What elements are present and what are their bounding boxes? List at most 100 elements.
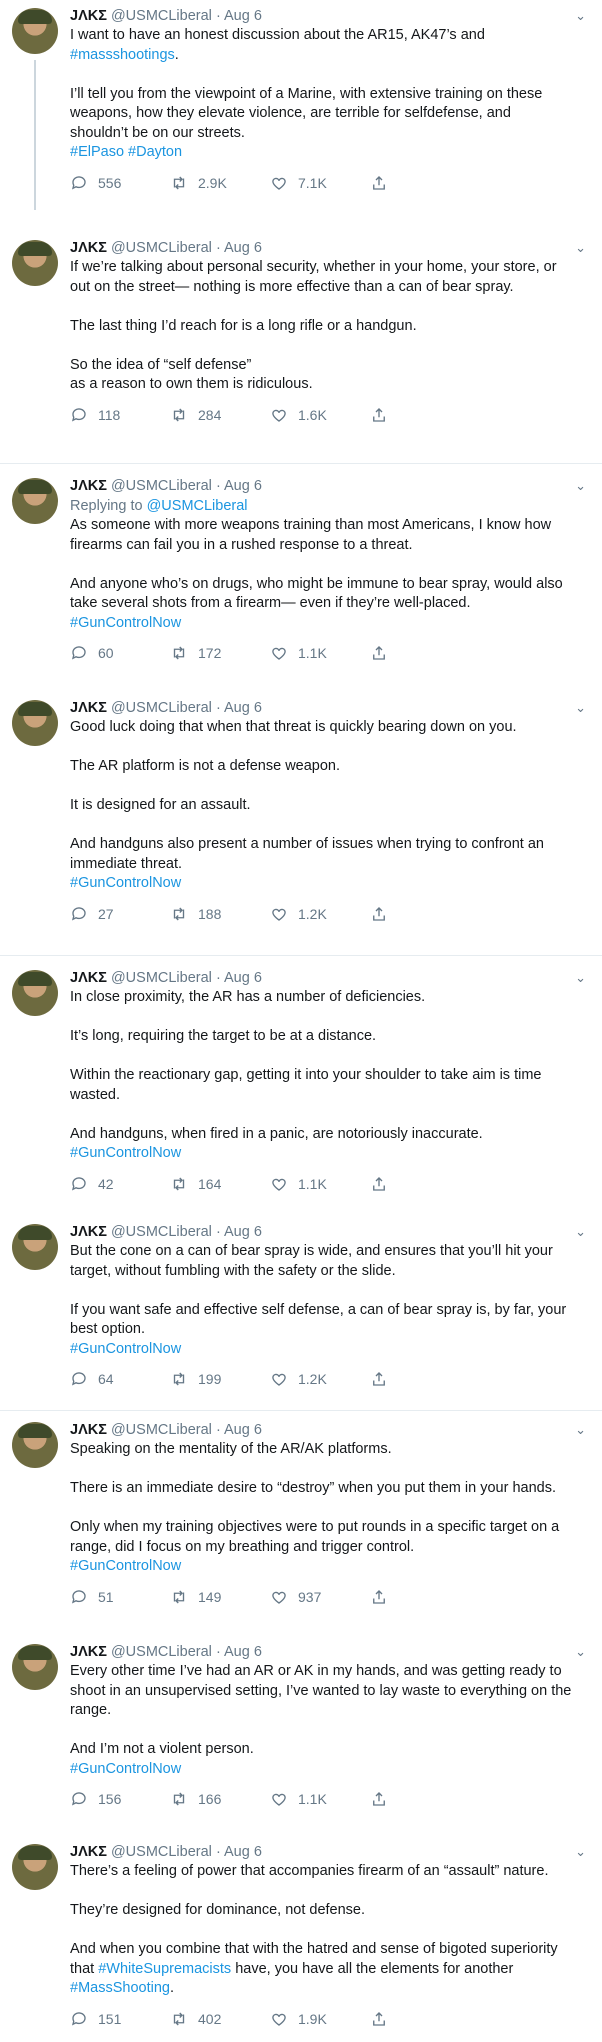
tweet-date[interactable]: · Aug 6 [216,970,262,986]
user-handle[interactable]: @USMCLiberal [111,478,212,494]
hashtag-link[interactable]: #GunControlNow [70,1761,181,1777]
retweet-button[interactable]: 402 [170,2010,270,2028]
tweet-date[interactable]: · Aug 6 [216,8,262,24]
reply-button[interactable]: 64 [70,1370,170,1388]
avatar[interactable] [12,1224,58,1270]
share-button[interactable] [370,644,398,662]
avatar[interactable] [12,1644,58,1690]
hashtag-link[interactable]: #GunControlNow [70,1145,181,1161]
share-button[interactable] [370,1370,398,1388]
retweet-button[interactable]: 166 [170,1790,270,1808]
user-handle[interactable]: @USMCLiberal [111,1844,212,1860]
display-name[interactable]: JΛKΣ [70,970,107,986]
hashtag-link[interactable]: #GunControlNow [70,615,181,631]
tweet[interactable]: ⌄ JΛKΣ @USMCLiberal · Aug 6 Speaking on … [0,1414,602,1636]
tweet-date[interactable]: · Aug 6 [216,700,262,716]
chevron-down-icon[interactable]: ⌄ [575,1644,586,1660]
tweet[interactable]: ⌄ JΛKΣ @USMCLiberal · Aug 6 Every other … [0,1636,602,1836]
reply-button[interactable]: 51 [70,1588,170,1606]
share-button[interactable] [370,1588,398,1606]
retweet-button[interactable]: 2.9K [170,174,270,192]
display-name[interactable]: JΛKΣ [70,1844,107,1860]
display-name[interactable]: JΛKΣ [70,1422,107,1438]
chevron-down-icon[interactable]: ⌄ [575,1224,586,1240]
display-name[interactable]: JΛKΣ [70,700,107,716]
tweet-date[interactable]: · Aug 6 [216,1422,262,1438]
avatar[interactable] [12,240,58,286]
reply-button[interactable]: 156 [70,1790,170,1808]
retweet-button[interactable]: 284 [170,406,270,424]
chevron-down-icon[interactable]: ⌄ [575,1844,586,1860]
avatar[interactable] [12,1844,58,1890]
display-name[interactable]: JΛKΣ [70,1224,107,1240]
hashtag-link[interactable]: #GunControlNow [70,1341,181,1357]
tweet[interactable]: ⌄ JΛKΣ @USMCLiberal · Aug 6 In close pro… [0,962,602,1212]
share-button[interactable] [370,2010,398,2028]
hashtag-link[interactable]: #WhiteSupremacists [98,1961,231,1977]
avatar[interactable] [12,1422,58,1468]
avatar[interactable] [12,700,58,746]
display-name[interactable]: JΛKΣ [70,1644,107,1660]
retweet-button[interactable]: 188 [170,905,270,923]
chevron-down-icon[interactable]: ⌄ [575,700,586,716]
hashtag-link[interactable]: #MassShooting [70,1980,170,1996]
hashtag-link[interactable]: #GunControlNow [70,875,181,891]
tweet-date[interactable]: · Aug 6 [216,478,262,494]
chevron-down-icon[interactable]: ⌄ [575,8,586,24]
reply-button[interactable]: 60 [70,644,170,662]
chevron-down-icon[interactable]: ⌄ [575,240,586,256]
reply-button[interactable]: 42 [70,1175,170,1193]
hashtag-link[interactable]: #massshootings [70,47,175,63]
tweet[interactable]: ⌄ JΛKΣ @USMCLiberal · Aug 6 Replying to … [0,470,602,692]
tweet[interactable]: ⌄ JΛKΣ @USMCLiberal · Aug 6 Good luck do… [0,692,602,932]
avatar[interactable] [12,970,58,1016]
tweet-date[interactable]: · Aug 6 [216,1644,262,1660]
user-handle[interactable]: @USMCLiberal [111,240,212,256]
like-button[interactable]: 1.1K [270,1175,370,1193]
share-button[interactable] [370,905,398,923]
like-button[interactable]: 1.9K [270,2010,370,2028]
retweet-button[interactable]: 164 [170,1175,270,1193]
share-button[interactable] [370,174,398,192]
like-button[interactable]: 1.1K [270,1790,370,1808]
reply-button[interactable]: 556 [70,174,170,192]
like-button[interactable]: 1.6K [270,406,370,424]
like-button[interactable]: 7.1K [270,174,370,192]
like-button[interactable]: 1.2K [270,905,370,923]
mention-link[interactable]: @USMCLiberal [147,498,248,514]
retweet-button[interactable]: 172 [170,644,270,662]
tweet-date[interactable]: · Aug 6 [216,1224,262,1240]
retweet-button[interactable]: 199 [170,1370,270,1388]
hashtag-link[interactable]: #GunControlNow [70,1558,181,1574]
like-button[interactable]: 1.2K [270,1370,370,1388]
like-button[interactable]: 1.1K [270,644,370,662]
tweet[interactable]: ⌄ JΛKΣ @USMCLiberal · Aug 6 If we’re tal… [0,232,602,452]
chevron-down-icon[interactable]: ⌄ [575,1422,586,1438]
reply-button[interactable]: 151 [70,2010,170,2028]
tweet[interactable]: ⌄ JΛKΣ @USMCLiberal · Aug 6 There’s a fe… [0,1836,602,2042]
chevron-down-icon[interactable]: ⌄ [575,970,586,986]
display-name[interactable]: JΛKΣ [70,8,107,24]
tweet[interactable]: ⌄ JΛKΣ @USMCLiberal · Aug 6 But the cone… [0,1216,602,1410]
tweet[interactable]: ⌄ JΛKΣ @USMCLiberal · Aug 6 I want to ha… [0,0,602,210]
tweet-date[interactable]: · Aug 6 [216,1844,262,1860]
user-handle[interactable]: @USMCLiberal [111,1422,212,1438]
user-handle[interactable]: @USMCLiberal [111,1224,212,1240]
chevron-down-icon[interactable]: ⌄ [575,478,586,494]
hashtag-link[interactable]: #ElPaso #Dayton [70,144,182,160]
user-handle[interactable]: @USMCLiberal [111,1644,212,1660]
avatar[interactable] [12,478,58,524]
like-button[interactable]: 937 [270,1588,370,1606]
tweet-date[interactable]: · Aug 6 [216,240,262,256]
retweet-button[interactable]: 149 [170,1588,270,1606]
reply-button[interactable]: 27 [70,905,170,923]
display-name[interactable]: JΛKΣ [70,478,107,494]
user-handle[interactable]: @USMCLiberal [111,700,212,716]
share-button[interactable] [370,406,398,424]
user-handle[interactable]: @USMCLiberal [111,970,212,986]
user-handle[interactable]: @USMCLiberal [111,8,212,24]
reply-button[interactable]: 118 [70,406,170,424]
display-name[interactable]: JΛKΣ [70,240,107,256]
share-button[interactable] [370,1790,398,1808]
share-button[interactable] [370,1175,398,1193]
